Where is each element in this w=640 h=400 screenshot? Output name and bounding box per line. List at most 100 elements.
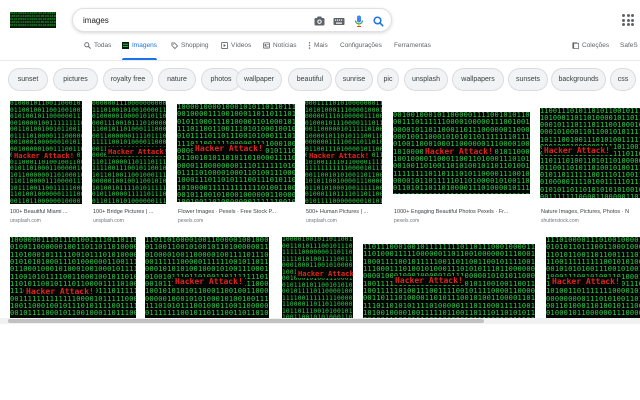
hacker-attack-text: Hacker Attack! <box>393 276 465 285</box>
tab-shopping[interactable]: Shopping <box>171 41 209 60</box>
hacker-attack-text: Hacker Attack! <box>296 269 353 278</box>
chip-sunsets[interactable]: sunsets <box>508 68 548 91</box>
image-thumbnail[interactable]: 100001001011011001101 001101011100101110… <box>282 237 353 319</box>
horizontal-scrollbar-thumb[interactable] <box>8 319 484 323</box>
image-source: pexels.com <box>394 218 420 224</box>
more-vert-icon <box>308 41 311 49</box>
chip-wallpaper[interactable]: wallpaper <box>236 68 282 91</box>
tab-label: Todas <box>94 42 112 49</box>
search-icon <box>84 41 91 49</box>
tab-videos[interactable]: Vídeos <box>221 41 252 60</box>
collections-label: Coleções <box>582 42 610 49</box>
tab-imagens[interactable]: Imagens <box>122 41 157 60</box>
microphone-icon[interactable] <box>353 15 365 27</box>
image-source: pexels.com <box>178 218 204 224</box>
image-source: unsplash.com <box>306 218 337 224</box>
search-type-tabs: Todas Imagens Shopping Vídeos Notícias M… <box>0 38 640 60</box>
chip-sunrise[interactable]: sunrise <box>335 68 373 91</box>
chip-sunset[interactable]: sunset <box>8 68 48 91</box>
search-results-viewport: 0101100101101001011010010110 10010110100… <box>0 0 640 324</box>
chip-label: sunrise <box>342 76 366 83</box>
play-icon <box>221 41 228 49</box>
image-title[interactable]: Nature Images, Pictures, Photos · N <box>541 209 640 215</box>
image-thumbnail[interactable]: 0010010001011000001111001010110101 00111… <box>393 112 530 194</box>
image-thumbnail[interactable]: 10000001110111010011110110110101 0100110… <box>10 237 136 319</box>
chip-label: sunsets <box>515 76 541 83</box>
chip-label: wallpapers <box>461 76 495 83</box>
tab-label: Imagens <box>132 42 157 49</box>
tab-noticias[interactable]: Notícias <box>263 41 297 60</box>
chip-beautiful[interactable]: beautiful <box>288 68 332 91</box>
tag-icon <box>171 41 178 49</box>
search-box[interactable] <box>72 8 392 32</box>
chip-pic[interactable]: pic <box>377 68 399 91</box>
chip-label: nature <box>167 76 187 83</box>
image-source: shutterstock.com <box>541 218 579 224</box>
chip-label: wallpaper <box>244 76 274 83</box>
chip-label: css <box>617 76 629 83</box>
hacker-attack-text: Hacker Attack! <box>106 147 166 156</box>
tab-label: Vídeos <box>231 42 252 49</box>
tab-label: Notícias <box>273 42 297 49</box>
chip-label: pic <box>383 76 393 83</box>
search-input[interactable] <box>83 12 283 28</box>
collections-link[interactable]: Coleções <box>572 41 610 60</box>
chip-label: photos <box>210 76 232 83</box>
tools-link[interactable]: Ferramentas <box>394 42 431 60</box>
image-icon <box>122 41 129 49</box>
hacker-attack-text: Hacker Attack! <box>423 147 495 156</box>
settings-link[interactable]: Configurações <box>340 42 382 60</box>
hacker-attack-text: Hacker Attack! <box>12 151 77 160</box>
hacker-attack-text: Hacker Attack! <box>542 146 612 155</box>
chip-label: pictures <box>63 76 88 83</box>
chip-photos[interactable]: photos <box>201 68 241 91</box>
image-title[interactable]: 100+ Beautiful Miami ... <box>10 209 82 215</box>
news-icon <box>263 41 270 49</box>
image-thumbnail[interactable]: 0000001110000000000010 11101001010010000… <box>92 101 166 204</box>
settings-label: Configurações <box>340 42 382 49</box>
google-logo[interactable]: 0101100101101001011010010110 10010110100… <box>10 12 56 28</box>
apps-grid-icon[interactable] <box>622 14 634 26</box>
bookmark-icon <box>572 41 579 49</box>
image-thumbnail[interactable]: 100001000010001010110110111101 001000011… <box>177 104 295 202</box>
chip-pictures[interactable]: pictures <box>53 68 98 91</box>
nav-divider <box>0 60 640 61</box>
camera-icon[interactable] <box>313 15 325 27</box>
image-thumbnail[interactable]: 010001011001100010100 011001001100100100… <box>10 101 82 204</box>
chip-wallpapers[interactable]: wallpapers <box>452 68 504 91</box>
related-search-chips: sunset pictures royalty free nature phot… <box>8 68 640 92</box>
chip-royalty-free[interactable]: royalty free <box>103 68 153 91</box>
tab-label: Mais <box>314 42 328 49</box>
keyboard-icon[interactable] <box>333 15 345 27</box>
image-title[interactable]: 1000+ Engaging Beautiful Photos Pexels ·… <box>394 209 531 215</box>
chip-nature[interactable]: nature <box>158 68 196 91</box>
tab-todas[interactable]: Todas <box>84 41 112 60</box>
chip-unsplash[interactable]: unsplash <box>404 68 448 91</box>
chip-backgrounds[interactable]: backgrounds <box>551 68 606 91</box>
image-title[interactable]: Flower Images · Pexels · Free Stock P... <box>178 209 296 215</box>
chip-label: royalty free <box>110 76 146 83</box>
tab-label: Shopping <box>181 42 209 49</box>
image-thumbnail[interactable]: 11001110101101011001011101 1010001101101… <box>540 108 640 198</box>
safesearch-link[interactable]: SafeS <box>620 42 638 60</box>
image-thumbnail[interactable]: 00011110101000000011100 1010100011100001… <box>305 101 382 204</box>
image-thumbnail[interactable]: 1101101000010011000001001000111 01100110… <box>145 237 269 319</box>
image-thumbnail[interactable]: 111010000111010010000100 010101101110011… <box>546 237 640 319</box>
binary-code-texture: 10000001110111010011110110110101 0100110… <box>10 237 136 319</box>
safesearch-label: SafeS <box>620 42 638 49</box>
hacker-attack-text: Hacker Attack! <box>307 151 372 160</box>
chip-label: sunset <box>17 76 39 83</box>
search-icon[interactable] <box>372 15 384 27</box>
chip-css[interactable]: css <box>610 68 636 91</box>
chip-label: unsplash <box>411 76 441 83</box>
image-title[interactable]: 100+ Bridge Pictures | ... <box>93 209 167 215</box>
hacker-attack-text: Hacker Attack! <box>550 277 622 286</box>
image-title[interactable]: 500+ Human Pictures | ... <box>306 209 383 215</box>
image-thumbnail[interactable]: 1101110001001011111111011011100010000111… <box>363 244 535 319</box>
blank-area <box>0 324 640 400</box>
image-source: unsplash.com <box>10 218 41 224</box>
tools-label: Ferramentas <box>394 42 431 49</box>
binary-code-texture: 100001001011011001101 001101011100101110… <box>282 237 353 319</box>
binary-code-texture: 100001000010001010110110111101 001000011… <box>177 104 295 202</box>
tab-mais[interactable]: Mais <box>308 41 328 60</box>
